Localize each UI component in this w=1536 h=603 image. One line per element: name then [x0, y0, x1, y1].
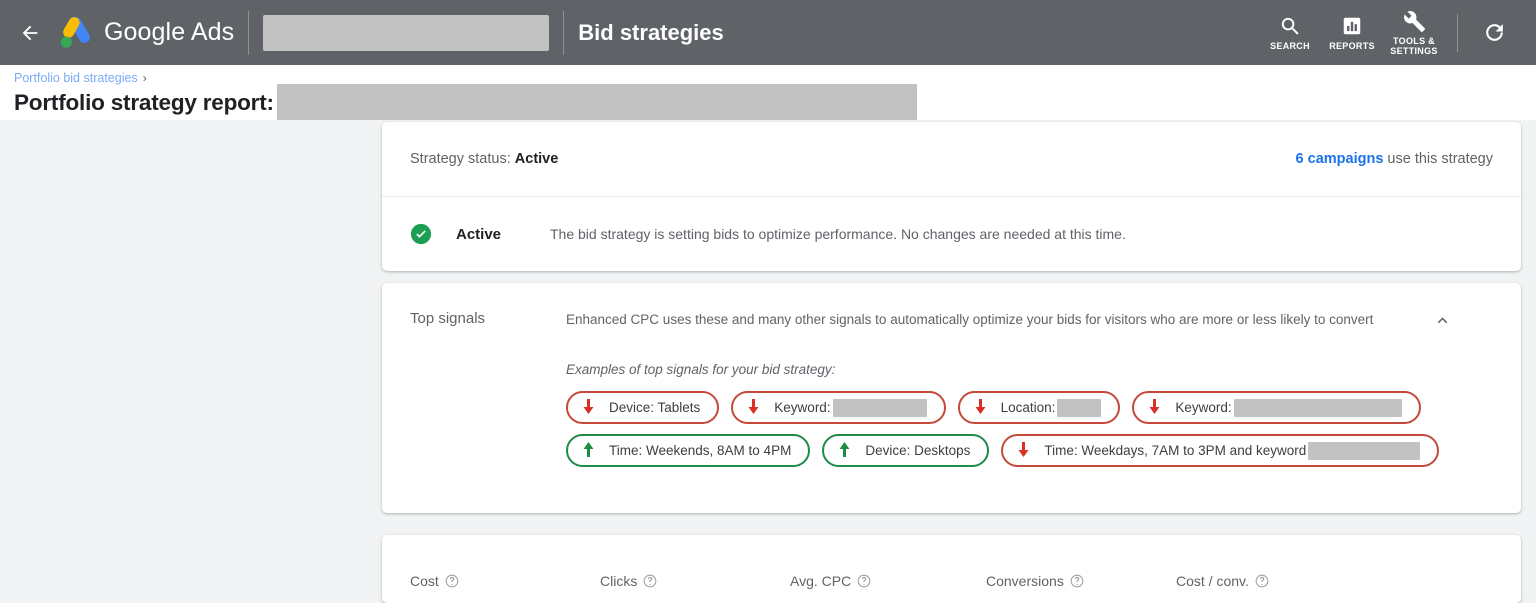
signal-chip-label: Location: — [1000, 400, 1056, 415]
google-ads-logo — [56, 14, 94, 52]
signal-chip[interactable]: Time: Weekends, 8AM to 4PM — [566, 434, 811, 467]
metric-column-label: Clicks — [600, 573, 638, 589]
search-button-label: SEARCH — [1270, 41, 1310, 51]
reports-button-label: REPORTS — [1329, 41, 1375, 51]
top-signals-chip-row: Device: Tablets Keyword: Location: Keyword: — [566, 391, 1493, 424]
top-signals-card: Top signals Enhanced CPC uses these and … — [382, 283, 1521, 513]
top-signals-title: Top signals — [410, 310, 486, 327]
strategy-status-prefix: Strategy status: — [410, 151, 511, 167]
arrow-down-icon — [746, 399, 761, 416]
metric-column-header[interactable]: Cost / conv. — [1176, 559, 1366, 603]
signal-chip-label: Device: Tablets — [609, 400, 701, 415]
signal-chip-label: Device: Desktops — [865, 443, 971, 458]
signal-chip-label: Keyword: — [774, 400, 831, 415]
arrow-down-icon — [581, 399, 596, 416]
help-icon[interactable] — [857, 574, 871, 588]
signal-chip-label: Time: Weekdays, 7AM to 3PM and keyword — [1044, 443, 1307, 458]
appbar-tools: SEARCH REPORTS TOOLS & SETTINGS — [1259, 0, 1536, 65]
top-signals-chip-list: Device: Tablets Keyword: Location: Keyword:… — [566, 391, 1493, 467]
arrow-left-icon — [22, 25, 38, 40]
breadcrumb-separator: › — [142, 71, 147, 85]
metric-column-label: Conversions — [986, 573, 1064, 589]
refresh-icon — [1485, 24, 1503, 41]
top-signals-examples-label: Examples of top signals for your bid str… — [566, 362, 836, 377]
strategy-status-body: Active The bid strategy is setting bids … — [382, 197, 1521, 271]
arrow-up-icon — [837, 442, 852, 459]
page-title: Portfolio strategy report: — [14, 90, 274, 115]
app-bar: Google Ads Bid strategies SEARCH REPORTS… — [0, 0, 1536, 65]
signal-chip[interactable]: Time: Weekdays, 7AM to 3PM and keyword — [1001, 434, 1440, 467]
page-title-row: Portfolio strategy report: — [14, 84, 1536, 120]
tools-settings-button[interactable]: TOOLS & SETTINGS — [1383, 9, 1445, 56]
signal-chip[interactable]: Keyword: — [1132, 391, 1421, 424]
metric-column-header[interactable]: Avg. CPC — [790, 559, 986, 603]
breadcrumb-bar: Portfolio bid strategies › Portfolio str… — [0, 65, 1536, 120]
strategy-state-label: Active — [456, 225, 502, 243]
strategy-status-value: Active — [514, 151, 559, 167]
top-signals-description: Enhanced CPC uses these and many other s… — [566, 312, 1374, 327]
signal-chip[interactable]: Keyword: — [731, 391, 946, 424]
signal-chip-redacted-value — [1233, 398, 1402, 417]
metric-column-header[interactable]: Clicks — [600, 559, 790, 603]
top-signals-content: Top signals Enhanced CPC uses these and … — [382, 283, 1521, 513]
brand-title: Google Ads — [104, 18, 235, 46]
wrench-icon — [1403, 9, 1426, 33]
metric-column-label: Cost — [410, 573, 439, 589]
reports-button[interactable]: REPORTS — [1321, 14, 1383, 51]
help-icon[interactable] — [1070, 574, 1084, 588]
arrow-up-icon — [581, 442, 596, 459]
help-icon[interactable] — [643, 574, 657, 588]
metrics-card: Cost Clicks Avg. CPC Conversions Cost / conv… — [382, 535, 1521, 603]
top-signals-header: Top signals Enhanced CPC uses these and … — [410, 309, 1493, 333]
metric-column-header[interactable]: Cost — [410, 559, 600, 603]
signal-chip[interactable]: Location: — [957, 391, 1121, 424]
help-icon[interactable] — [1255, 574, 1269, 588]
arrow-down-icon — [973, 399, 988, 416]
signal-chip-redacted-value — [1057, 398, 1102, 417]
appbar-divider-left — [248, 10, 250, 55]
main-canvas: Strategy status: Active 6 campaigns use … — [0, 120, 1536, 603]
signal-chip-label: Time: Weekends, 8AM to 4PM — [609, 443, 792, 458]
back-button[interactable] — [10, 13, 50, 53]
strategy-status-card: Strategy status: Active 6 campaigns use … — [382, 122, 1521, 271]
search-button[interactable]: SEARCH — [1259, 14, 1321, 51]
metric-column-label: Cost / conv. — [1176, 573, 1249, 589]
account-name-redacted[interactable] — [263, 14, 550, 51]
appbar-divider-right — [563, 10, 565, 55]
signal-chip[interactable]: Device: Desktops — [822, 434, 990, 467]
signal-chip[interactable]: Device: Tablets — [566, 391, 720, 424]
tools-divider — [1457, 13, 1458, 52]
breadcrumb-link-portfolio-bid-strategies[interactable]: Portfolio bid strategies — [14, 71, 138, 85]
metric-column-label: Avg. CPC — [790, 573, 852, 589]
signal-chip-redacted-value — [832, 398, 927, 417]
strategy-status-text: Strategy status: Active — [410, 151, 558, 167]
campaigns-suffix: use this strategy — [1387, 151, 1493, 167]
strategy-state-description: The bid strategy is setting bids to opti… — [550, 226, 1126, 242]
strategy-status-header: Strategy status: Active 6 campaigns use … — [382, 122, 1521, 197]
campaigns-link[interactable]: 6 campaigns — [1296, 151, 1384, 167]
refresh-button[interactable] — [1474, 13, 1514, 53]
tools-settings-button-label: TOOLS & SETTINGS — [1390, 36, 1438, 56]
check-circle-icon — [410, 223, 432, 245]
reports-bar-chart-icon — [1341, 14, 1363, 38]
appbar-page-label: Bid strategies — [578, 19, 724, 45]
campaigns-usage-note: 6 campaigns use this strategy — [1296, 151, 1493, 167]
chevron-up-icon — [1437, 316, 1447, 323]
signal-chip-redacted-value — [1308, 441, 1421, 460]
google-ads-logo-icon — [60, 16, 90, 48]
metric-column-header[interactable]: Conversions — [986, 559, 1176, 603]
top-signals-chip-row: Time: Weekends, 8AM to 4PM Device: Deskto… — [566, 434, 1493, 467]
signal-chip-label: Keyword: — [1175, 400, 1232, 415]
page-title-redacted-value — [276, 84, 917, 120]
metrics-header-row: Cost Clicks Avg. CPC Conversions Cost / conv… — [382, 535, 1521, 603]
arrow-down-icon — [1147, 399, 1162, 416]
arrow-down-icon — [1016, 442, 1031, 459]
search-icon — [1279, 14, 1302, 38]
help-icon[interactable] — [445, 574, 459, 588]
collapse-top-signals-button[interactable] — [1429, 307, 1455, 333]
